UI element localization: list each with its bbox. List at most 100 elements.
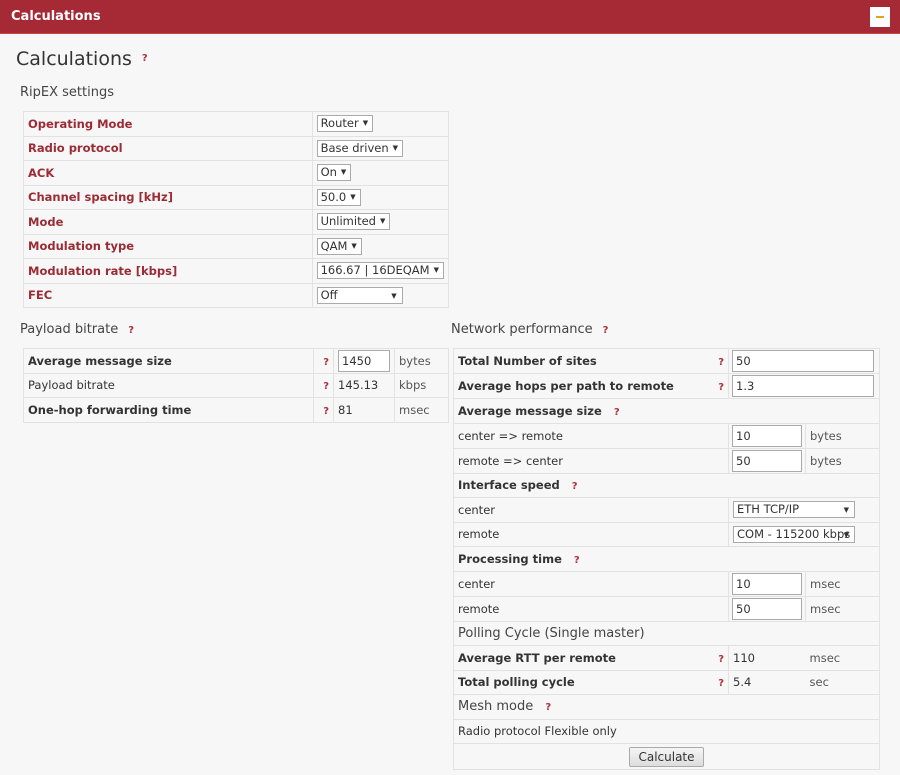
help-glyph[interactable]: ? (718, 382, 724, 393)
row-interface-remote: remote COM - 115200 kbps ▼ (453, 521, 880, 547)
unit-label: kbps (394, 372, 449, 398)
dropdown-arrow-icon: ▼ (340, 168, 347, 177)
setting-label: Mode (23, 209, 313, 235)
collapse-button[interactable] (870, 7, 890, 27)
help-glyph[interactable]: ? (323, 406, 329, 417)
modulation-type-select[interactable]: QAM ▼ (316, 237, 362, 255)
group-label: Processing time (458, 551, 562, 566)
network-heading-text: Network performance (451, 322, 593, 337)
ripex-settings-table: Operating Mode Router ▼ Radio protocol Base… (23, 111, 450, 308)
setting-row-fec: FEC Off ▼ (23, 282, 450, 308)
polling-cycle-heading: Polling Cycle (Single master) (453, 620, 880, 646)
help-icon[interactable]: ? (574, 555, 580, 566)
row-label: Total polling cycle (453, 669, 709, 695)
row-label: Average hops per path to remote (453, 373, 709, 399)
processing-remote-input[interactable]: 50 (732, 597, 802, 620)
network-performance-table: Total Number of sites ? 50 Average hops … (453, 348, 880, 770)
help-icon[interactable]: ? (708, 645, 729, 671)
page-title: Calculations? (16, 48, 148, 70)
row-avg-rtt: Average RTT per remote ? 110 msec (453, 645, 880, 671)
total-sites-input[interactable]: 50 (732, 350, 874, 372)
calculate-button[interactable]: Calculate (629, 746, 704, 767)
avg-hops-input[interactable]: 1.3 (732, 375, 874, 397)
dropdown-arrow-icon: ▼ (433, 266, 439, 275)
payload-bitrate-table: Average message size ? 1450 bytes Payloa… (23, 348, 449, 423)
channel-spacing-select[interactable]: 50.0 ▼ (316, 188, 361, 206)
row-mesh-mode-header: Mesh mode ? (453, 694, 880, 720)
center-to-remote-input[interactable]: 10 (732, 424, 802, 447)
window-title: Calculations (11, 9, 101, 24)
help-icon[interactable]: ? (708, 669, 729, 695)
help-icon[interactable]: ? (142, 53, 148, 64)
row-interface-speed-header: Interface speed ? (453, 472, 880, 498)
modulation-rate-select[interactable]: 166.67 | 16DEQAM ▼ (316, 262, 444, 280)
remote-to-center-input[interactable]: 50 (732, 449, 802, 472)
help-glyph[interactable]: ? (323, 357, 329, 368)
help-glyph[interactable]: ? (718, 357, 724, 368)
unit-label: bytes (805, 422, 880, 449)
dropdown-arrow-icon: ▼ (351, 241, 357, 250)
payload-row-payload-bitrate: Payload bitrate ? 145.13 kbps (23, 372, 449, 398)
setting-row-mode: Mode Unlimited ▼ (23, 209, 450, 235)
row-processing-time-header: Processing time ? (453, 546, 880, 572)
operating-mode-select[interactable]: Router ▼ (316, 115, 374, 133)
interface-remote-select[interactable]: COM - 115200 kbps ▼ (733, 525, 855, 543)
row-polling-cycle-header: Polling Cycle (Single master) (453, 620, 880, 646)
help-icon[interactable]: ? (603, 325, 609, 336)
help-icon[interactable]: ? (708, 348, 729, 374)
help-icon[interactable]: ? (313, 397, 334, 423)
row-center-to-remote: center => remote 10 bytes (453, 422, 880, 449)
dropdown-arrow-icon: ▼ (843, 506, 849, 515)
unit-label: msec (805, 595, 880, 622)
row-label: Total Number of sites (453, 348, 709, 374)
help-icon[interactable]: ? (313, 348, 334, 374)
row-processing-center: center 10 msec (453, 570, 880, 597)
fec-select[interactable]: Off ▼ (316, 286, 403, 304)
dropdown-arrow-icon: ▼ (392, 143, 399, 152)
help-icon[interactable]: ? (545, 702, 551, 713)
help-icon[interactable]: ? (572, 481, 578, 492)
help-icon[interactable]: ? (614, 407, 620, 418)
setting-label: Operating Mode (23, 111, 313, 137)
avg-message-size-input[interactable]: 1450 (338, 349, 390, 372)
group-label: Average message size (458, 403, 602, 418)
help-glyph[interactable]: ? (718, 654, 724, 665)
avg-rtt-value: 110 (728, 645, 806, 671)
unit-label: msec (394, 397, 449, 423)
group-header: Interface speed ? (453, 472, 880, 498)
help-icon[interactable]: ? (708, 373, 729, 399)
setting-row-ack: ACK On ▼ (23, 160, 450, 186)
select-value: COM - 115200 kbps (737, 526, 851, 541)
unit-label: bytes (805, 447, 880, 474)
select-value: Router (320, 116, 359, 131)
help-icon[interactable]: ? (128, 325, 134, 336)
minus-icon (876, 16, 884, 18)
network-performance-heading: Network performance? (451, 322, 608, 337)
dropdown-arrow-icon: ▼ (391, 291, 397, 300)
processing-center-input[interactable]: 10 (732, 572, 802, 595)
setting-row-operating-mode: Operating Mode Router ▼ (23, 111, 450, 137)
mode-select[interactable]: Unlimited ▼ (316, 213, 391, 231)
row-label: One-hop forwarding time (23, 397, 314, 423)
row-label: remote (453, 521, 729, 547)
total-polling-value: 5.4 (728, 669, 806, 695)
mesh-mode-text: Mesh mode (458, 699, 534, 715)
row-interface-center: center ETH TCP/IP ▼ (453, 497, 880, 523)
group-header: Average message size ? (453, 398, 880, 424)
select-value: QAM (320, 238, 348, 253)
unit-label: msec (805, 570, 880, 597)
help-glyph[interactable]: ? (718, 678, 724, 689)
group-label: Interface speed (458, 478, 560, 493)
dropdown-arrow-icon: ▼ (362, 119, 369, 128)
help-glyph[interactable]: ? (323, 381, 329, 392)
help-icon[interactable]: ? (313, 372, 334, 398)
ack-select[interactable]: On ▼ (316, 164, 352, 182)
row-label: Average RTT per remote (453, 645, 709, 671)
radio-protocol-select[interactable]: Base driven ▼ (316, 139, 404, 157)
row-label: Average message size (23, 348, 314, 374)
interface-center-select[interactable]: ETH TCP/IP ▼ (733, 501, 855, 519)
payload-heading-text: Payload bitrate (20, 322, 119, 337)
select-value: 50.0 (320, 189, 347, 204)
row-processing-remote: remote 50 msec (453, 595, 880, 622)
row-avg-message-size-header: Average message size ? (453, 398, 880, 424)
